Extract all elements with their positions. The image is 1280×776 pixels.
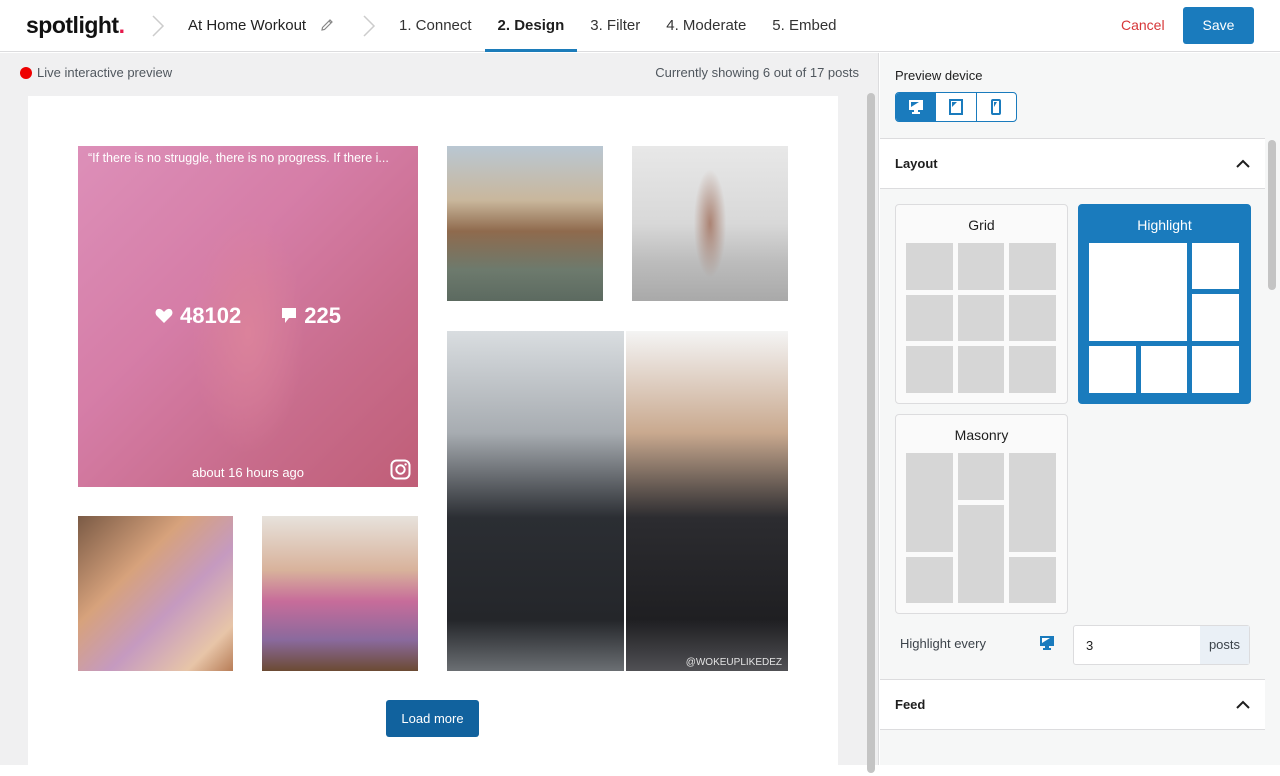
feed-name[interactable]: At Home Workout [188, 17, 306, 34]
post-image [447, 331, 624, 671]
device-desktop-button[interactable] [896, 93, 937, 121]
step-filter[interactable]: 3. Filter [577, 0, 653, 52]
highlight-every-field: posts [1073, 625, 1250, 665]
layout-section-header[interactable]: Layout [880, 138, 1265, 189]
highlight-every-suffix: posts [1200, 626, 1249, 664]
feed-section-title: Feed [895, 697, 926, 712]
likes-stat: 48102 [155, 303, 241, 329]
likes-count: 48102 [180, 303, 242, 328]
save-button[interactable]: Save [1183, 7, 1254, 44]
post-highlight-large[interactable]: @WOKEUPLIKEDEZ [447, 331, 788, 671]
post-image-figure [632, 146, 788, 301]
layout-option-label: Highlight [1137, 217, 1192, 233]
live-preview-label: Live interactive preview [37, 65, 173, 80]
chevron-up-icon[interactable] [1236, 159, 1250, 168]
heart-icon [155, 308, 173, 323]
post-hover-overlay: “If there is no struggle, there is no pr… [78, 146, 418, 487]
device-phone-button[interactable] [977, 93, 1016, 121]
post-caption: “If there is no struggle, there is no pr… [88, 151, 389, 165]
preview-device-selector [895, 92, 1017, 122]
post-stats: 48102 225 [78, 303, 418, 329]
layout-section-title: Layout [895, 156, 938, 171]
chevron-up-icon[interactable] [1236, 700, 1250, 709]
top-bar: spotlight. At Home Workout 1. Connect 2.… [0, 0, 1280, 52]
preview-device-label: Preview device [895, 68, 983, 83]
load-more-button[interactable]: Load more [386, 700, 479, 737]
post-image [447, 146, 603, 301]
posts-count-text: Currently showing 6 out of 17 posts [655, 65, 859, 80]
highlighted-post[interactable]: “If there is no struggle, there is no pr… [78, 146, 418, 487]
post-thumbnail[interactable] [632, 146, 788, 301]
layout-option-grid[interactable]: Grid [895, 204, 1068, 404]
wizard-steps: 1. Connect 2. Design 3. Filter 4. Modera… [386, 0, 850, 52]
preview-scrollbar[interactable] [866, 93, 876, 773]
highlight-every-label: Highlight every [900, 636, 986, 651]
edit-pencil-icon[interactable] [319, 17, 335, 33]
device-tablet-button[interactable] [936, 93, 977, 121]
post-timestamp: about 16 hours ago [191, 465, 305, 480]
highlight-every-input[interactable] [1074, 626, 1200, 664]
comment-icon [282, 308, 297, 323]
breadcrumb-chevron-icon [151, 14, 165, 38]
breadcrumb-chevron-icon [362, 14, 376, 38]
step-design[interactable]: 2. Design [484, 0, 578, 52]
post-image [626, 331, 788, 671]
post-image [78, 516, 233, 671]
layout-option-label: Grid [968, 217, 995, 233]
feed-section-header[interactable]: Feed [880, 679, 1265, 730]
post-image [262, 516, 418, 671]
post-thumbnail[interactable] [447, 146, 603, 301]
phone-icon [991, 99, 1002, 115]
instagram-icon[interactable] [390, 459, 411, 480]
comments-stat: 225 [281, 303, 341, 329]
live-preview-indicator: Live interactive preview [20, 65, 172, 80]
comments-count: 225 [304, 303, 341, 328]
step-moderate[interactable]: 4. Moderate [653, 0, 759, 52]
step-connect[interactable]: 1. Connect [386, 0, 485, 52]
tablet-icon [948, 99, 963, 115]
highlight-every-row: Highlight every posts [900, 625, 1250, 665]
layout-option-highlight[interactable]: Highlight [1078, 204, 1251, 404]
spotlight-logo: spotlight. [26, 12, 125, 38]
post-watermark: @WOKEUPLIKEDEZ [685, 657, 782, 668]
layout-option-label: Masonry [954, 427, 1009, 443]
live-dot-icon [20, 66, 32, 79]
design-sidebar: Preview device Layout Grid Highlight Mas… [880, 53, 1280, 765]
step-embed[interactable]: 5. Embed [759, 0, 849, 52]
cancel-button[interactable]: Cancel [1121, 17, 1165, 33]
layout-option-masonry[interactable]: Masonry [895, 414, 1068, 614]
desktop-icon[interactable] [1039, 635, 1055, 656]
post-thumbnail[interactable] [78, 516, 233, 671]
sidebar-scrollbar[interactable] [1268, 140, 1276, 765]
desktop-icon [908, 100, 923, 114]
post-thumbnail[interactable] [262, 516, 418, 671]
